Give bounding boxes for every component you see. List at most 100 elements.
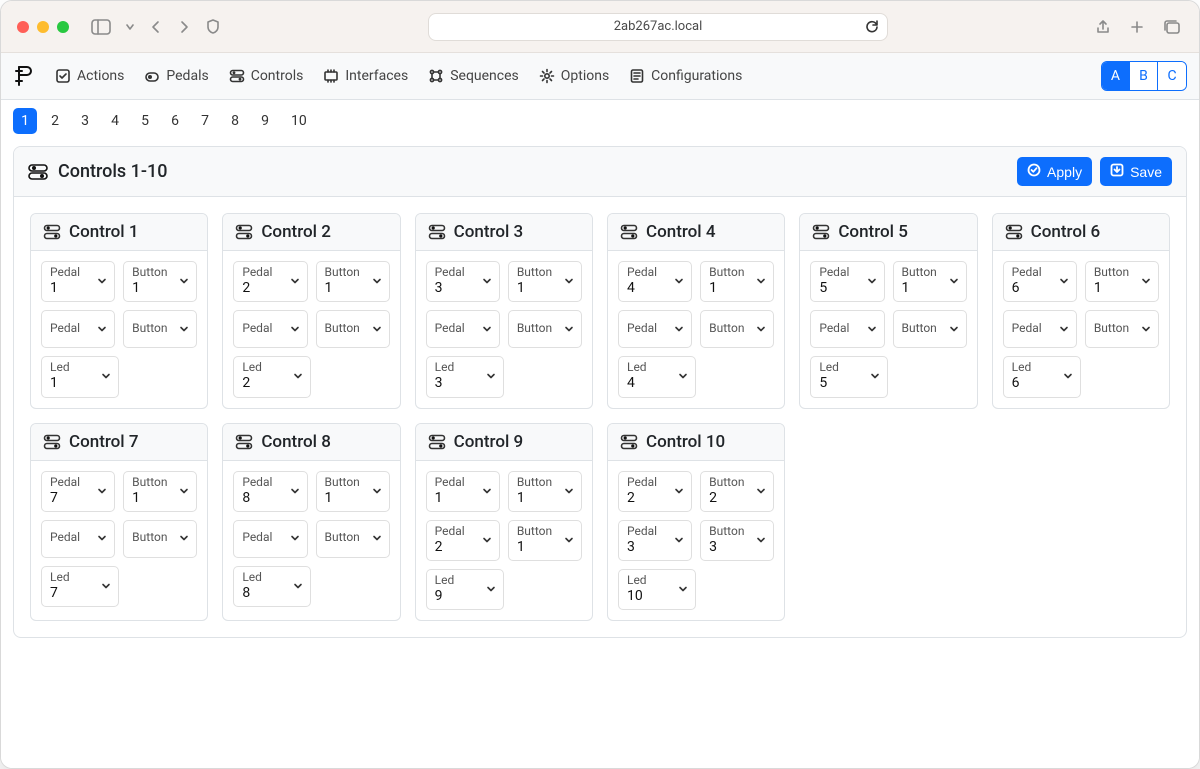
pedal-1-select[interactable]: Pedal8	[233, 471, 307, 512]
pedal-1-select[interactable]: Pedal2	[618, 471, 692, 512]
button-2-select[interactable]: Button	[123, 520, 197, 558]
led-select[interactable]: Led8	[233, 566, 311, 607]
controls-icon	[235, 223, 253, 241]
button-2-select[interactable]: Button	[893, 310, 967, 348]
led-select[interactable]: Led10	[618, 569, 696, 610]
sidebar-toggle-icon[interactable]	[89, 17, 113, 37]
window-zoom-icon[interactable]	[57, 21, 69, 33]
share-icon[interactable]	[1093, 17, 1113, 37]
abc-option-b[interactable]: B	[1130, 62, 1158, 90]
pedal-1-select[interactable]: Pedal1	[41, 261, 115, 302]
brand-logo[interactable]	[13, 64, 35, 88]
page-label: 8	[231, 113, 239, 129]
nav-options[interactable]: Options	[531, 62, 617, 90]
chevron-down-icon	[755, 485, 767, 497]
pedal-2-select[interactable]: Pedal	[426, 310, 500, 348]
button-1-select[interactable]: Button1	[508, 471, 582, 512]
nav-controls[interactable]: Controls	[221, 62, 312, 90]
pedal-1-select[interactable]: Pedal3	[426, 261, 500, 302]
abc-option-a[interactable]: A	[1102, 62, 1130, 90]
page-1[interactable]: 1	[13, 108, 37, 134]
shield-icon[interactable]	[203, 17, 223, 37]
led-select[interactable]: Led1	[41, 356, 119, 397]
nav-sequences[interactable]: Sequences	[420, 62, 527, 90]
led-select[interactable]: Led6	[1003, 356, 1081, 397]
button-2-select[interactable]: Button	[508, 310, 582, 348]
led-value: 10	[627, 588, 673, 604]
pedal-1-select[interactable]: Pedal1	[426, 471, 500, 512]
pedal-1-select[interactable]: Pedal5	[810, 261, 884, 302]
led-select[interactable]: Led4	[618, 356, 696, 397]
control-card-body: Pedal2Button2Pedal3Button3Led10	[608, 461, 784, 621]
abc-option-c[interactable]: C	[1158, 62, 1186, 90]
page-8[interactable]: 8	[223, 108, 247, 134]
page-5[interactable]: 5	[133, 108, 157, 134]
chevron-down-icon	[1140, 275, 1152, 287]
control-card-header: Control 2	[223, 214, 399, 251]
button-1-label: Button	[325, 476, 367, 489]
pedal-2-select[interactable]: Pedal	[233, 310, 307, 348]
button-2-select[interactable]: Button	[1085, 310, 1159, 348]
pedal-2-select[interactable]: Pedal2	[426, 520, 500, 561]
button-2-select[interactable]: Button	[700, 310, 774, 348]
window-close-icon[interactable]	[17, 21, 29, 33]
pedal-2-select[interactable]: Pedal	[41, 310, 115, 348]
page-6[interactable]: 6	[163, 108, 187, 134]
pedal-2-select[interactable]: Pedal	[1003, 310, 1077, 348]
pedal-2-select[interactable]: Pedal	[618, 310, 692, 348]
page-2[interactable]: 2	[43, 108, 67, 134]
pedal-2-select[interactable]: Pedal	[41, 520, 115, 558]
button-1-select[interactable]: Button1	[700, 261, 774, 302]
button-1-label: Button	[709, 476, 751, 489]
chevron-down-icon[interactable]	[123, 20, 137, 34]
new-tab-icon[interactable]	[1127, 17, 1147, 37]
button-1-select[interactable]: Button1	[123, 471, 197, 512]
page-7[interactable]: 7	[193, 108, 217, 134]
save-button[interactable]: Save	[1100, 157, 1172, 186]
led-label: Led	[242, 361, 288, 374]
nav-back-icon[interactable]	[147, 18, 165, 36]
button-1-select[interactable]: Button1	[316, 471, 390, 512]
page-3[interactable]: 3	[73, 108, 97, 134]
led-select[interactable]: Led2	[233, 356, 311, 397]
button-2-select[interactable]: Button	[316, 310, 390, 348]
button-2-select[interactable]: Button3	[700, 520, 774, 561]
led-select[interactable]: Led5	[810, 356, 888, 397]
tabs-overview-icon[interactable]	[1161, 17, 1183, 37]
apply-button[interactable]: Apply	[1017, 157, 1092, 186]
reload-icon[interactable]	[865, 19, 879, 37]
button-2-select[interactable]: Button	[316, 520, 390, 558]
pedal-2-select[interactable]: Pedal	[810, 310, 884, 348]
led-select[interactable]: Led7	[41, 566, 119, 607]
pedal-1-select[interactable]: Pedal6	[1003, 261, 1077, 302]
led-value: 6	[1012, 375, 1058, 391]
pedal-1-select[interactable]: Pedal4	[618, 261, 692, 302]
pedal-2-select[interactable]: Pedal	[233, 520, 307, 558]
nav-forward-icon[interactable]	[175, 18, 193, 36]
address-bar[interactable]: 2ab267ac.local	[428, 13, 888, 41]
pedal-2-select[interactable]: Pedal3	[618, 520, 692, 561]
window-minimize-icon[interactable]	[37, 21, 49, 33]
button-1-select[interactable]: Button1	[1085, 261, 1159, 302]
button-1-select[interactable]: Button2	[700, 471, 774, 512]
button-1-select[interactable]: Button1	[508, 261, 582, 302]
page-4[interactable]: 4	[103, 108, 127, 134]
nav-pedals[interactable]: Pedals	[136, 62, 216, 90]
page-9[interactable]: 9	[253, 108, 277, 134]
nav-configurations[interactable]: Configurations	[621, 62, 750, 90]
led-select[interactable]: Led9	[426, 569, 504, 610]
led-select[interactable]: Led3	[426, 356, 504, 397]
nav-actions[interactable]: Actions	[47, 62, 132, 90]
chevron-down-icon	[371, 275, 383, 287]
page-10[interactable]: 10	[283, 108, 315, 134]
button-2-select[interactable]: Button	[123, 310, 197, 348]
button-1-select[interactable]: Button1	[316, 261, 390, 302]
button-1-select[interactable]: Button1	[123, 261, 197, 302]
button-1-select[interactable]: Button1	[893, 261, 967, 302]
pedal-1-select[interactable]: Pedal2	[233, 261, 307, 302]
chevron-down-icon	[371, 485, 383, 497]
nav-interfaces[interactable]: Interfaces	[315, 62, 416, 90]
pedal-1-select[interactable]: Pedal7	[41, 471, 115, 512]
button-2-select[interactable]: Button1	[508, 520, 582, 561]
pedal-1-label: Pedal	[50, 266, 92, 279]
